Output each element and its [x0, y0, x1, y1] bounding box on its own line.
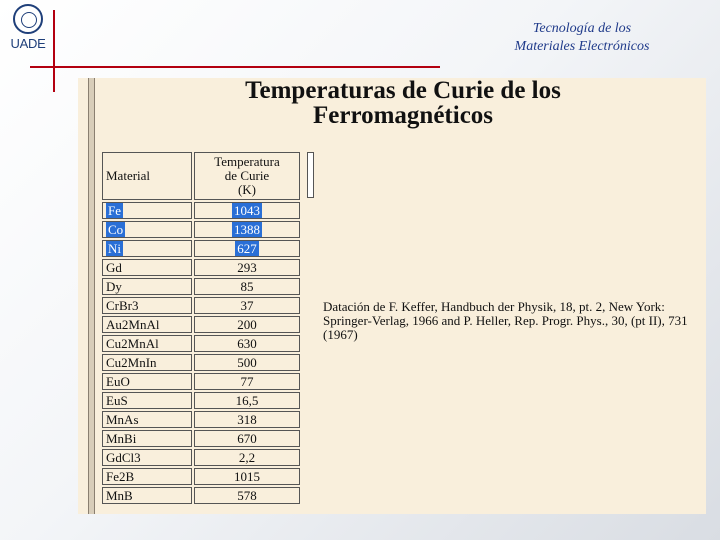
table-scrollbar[interactable] — [307, 152, 314, 198]
material-cell: Ni — [106, 241, 123, 256]
material-cell: Fe — [106, 203, 123, 218]
material-cell: Au2MnAl — [102, 316, 192, 333]
slide-title: Temperaturas de Curie de los Ferromagnét… — [148, 78, 658, 128]
red-horizontal-rule — [30, 66, 440, 68]
temperature-cell: 77 — [194, 373, 300, 390]
logo-text: UADE — [10, 36, 46, 51]
table-header-row: Material Temperatura de Curie (K) — [102, 152, 300, 200]
temperature-cell: 670 — [194, 430, 300, 447]
table-row: MnBi 670 — [102, 430, 300, 447]
temperature-cell: 627 — [235, 241, 259, 256]
temp-header-line2: de Curie — [224, 168, 270, 183]
university-seal-icon — [13, 4, 43, 34]
table-row: Cu2MnAl 630 — [102, 335, 300, 352]
content-panel: Temperaturas de Curie de los Ferromagnét… — [78, 78, 706, 514]
table-row: Au2MnAl 200 — [102, 316, 300, 333]
temperature-cell: 16,5 — [194, 392, 300, 409]
temperature-cell: 500 — [194, 354, 300, 371]
table-row: GdCl3 2,2 — [102, 449, 300, 466]
temperature-cell: 85 — [194, 278, 300, 295]
curie-temperature-table: Material Temperatura de Curie (K) Fe 1043… — [100, 150, 302, 506]
table-row: Gd 293 — [102, 259, 300, 276]
material-cell: Co — [106, 222, 126, 237]
temperature-cell: 1388 — [232, 222, 262, 237]
table-row: Ni 627 — [102, 240, 300, 257]
material-cell: Fe2B — [102, 468, 192, 485]
temperature-cell: 37 — [194, 297, 300, 314]
uade-logo: UADE — [6, 4, 50, 51]
column-header-material: Material — [102, 152, 192, 200]
material-cell: Cu2MnAl — [102, 335, 192, 352]
material-cell: EuS — [102, 392, 192, 409]
temperature-cell: 630 — [194, 335, 300, 352]
temperature-cell: 293 — [194, 259, 300, 276]
temperature-cell: 2,2 — [194, 449, 300, 466]
table-row: Fe 1043 — [102, 202, 300, 219]
temperature-cell: 1015 — [194, 468, 300, 485]
red-vertical-rule — [53, 10, 55, 92]
course-title-line2: Materiales Electrónicos — [514, 39, 650, 54]
table-row: Fe2B 1015 — [102, 468, 300, 485]
material-cell: GdCl3 — [102, 449, 192, 466]
material-cell: Gd — [102, 259, 192, 276]
panel-left-bar — [88, 78, 95, 514]
table-row: EuO 77 — [102, 373, 300, 390]
curie-table-container: Material Temperatura de Curie (K) Fe 1043… — [100, 150, 302, 506]
table-row: Dy 85 — [102, 278, 300, 295]
temperature-cell: 318 — [194, 411, 300, 428]
column-header-temperature: Temperatura de Curie (K) — [194, 152, 300, 200]
table-row: CrBr3 37 — [102, 297, 300, 314]
slide-title-line1: Temperaturas de Curie de los — [245, 78, 561, 104]
slide-title-line2: Ferromagnéticos — [312, 102, 494, 129]
material-cell: MnB — [102, 487, 192, 504]
table-row: MnAs 318 — [102, 411, 300, 428]
table-row: MnB 578 — [102, 487, 300, 504]
temperature-cell: 1043 — [232, 203, 262, 218]
temp-header-line1: Temperatura — [214, 154, 280, 169]
material-cell: CrBr3 — [102, 297, 192, 314]
table-row: Cu2MnIn 500 — [102, 354, 300, 371]
table-row: Co 1388 — [102, 221, 300, 238]
material-cell: MnBi — [102, 430, 192, 447]
table-row: EuS 16,5 — [102, 392, 300, 409]
temperature-cell: 578 — [194, 487, 300, 504]
temp-header-line3: (K) — [237, 182, 257, 197]
material-cell: Dy — [102, 278, 192, 295]
material-cell: MnAs — [102, 411, 192, 428]
course-title-line1: Tecnología de los — [532, 21, 632, 36]
reference-citation: Datación de F. Keffer, Handbuch der Phys… — [323, 299, 688, 342]
material-cell: Cu2MnIn — [102, 354, 192, 371]
material-cell: EuO — [102, 373, 192, 390]
temperature-cell: 200 — [194, 316, 300, 333]
course-title: Tecnología de los Materiales Electrónico… — [472, 20, 692, 56]
